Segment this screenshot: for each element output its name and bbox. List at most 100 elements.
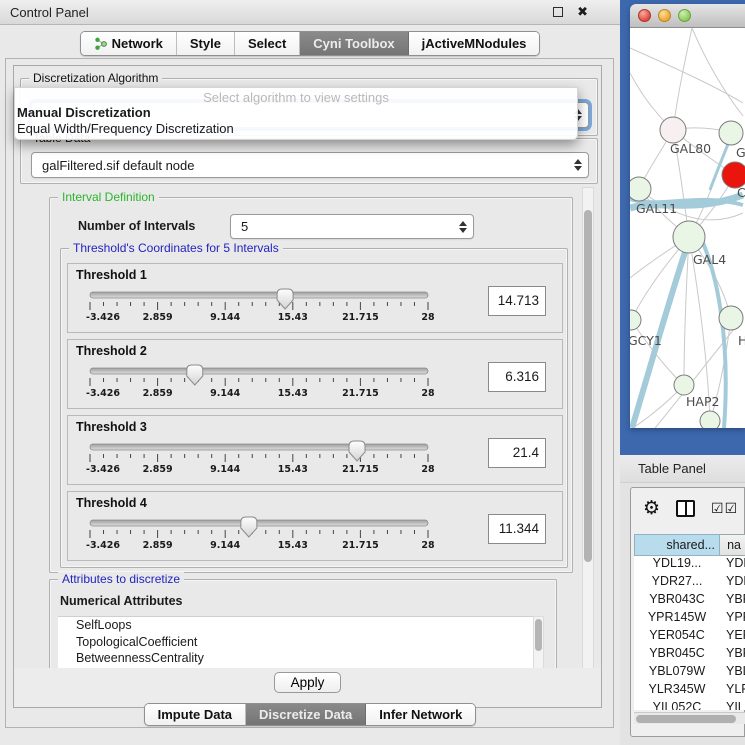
algorithm-popup: Select algorithm to view settings Manual… (14, 87, 578, 140)
bottom-tab-label: Impute Data (158, 707, 232, 722)
svg-text:21.715: 21.715 (342, 540, 379, 551)
close-icon[interactable]: ✖ (577, 4, 588, 20)
svg-text:-3.426: -3.426 (86, 540, 120, 551)
control-panel-tabbar: Network StyleSelectCyni ToolboxjActiveMNo… (0, 31, 620, 56)
threshold-value-field[interactable]: 21.4 (488, 438, 546, 468)
network-node[interactable] (719, 121, 743, 145)
attributes-group-title: Attributes to discretize (58, 572, 184, 587)
zoom-traffic-light-icon[interactable] (678, 9, 691, 22)
network-node[interactable] (674, 375, 694, 395)
slider-thumb[interactable] (349, 441, 365, 461)
table-cell: YPR1 (720, 610, 745, 628)
table-cell: YDL1 (720, 556, 745, 574)
network-node[interactable] (630, 177, 651, 201)
slider-thumb[interactable] (241, 517, 257, 537)
threshold-label: Threshold 2 (76, 344, 147, 358)
threshold-slider[interactable]: -3.4262.8599.14415.4321.71528 (84, 286, 434, 324)
numerical-attributes-label: Numerical Attributes (60, 594, 182, 608)
table-cell: YLR3 (720, 682, 745, 700)
table-row[interactable]: YBR043CYBR0 (634, 592, 745, 610)
svg-text:21.715: 21.715 (342, 312, 379, 323)
svg-text:28: 28 (421, 540, 435, 551)
table-cell: YLR345W (634, 682, 720, 700)
table-cell: YIL052C (634, 700, 720, 710)
table-cell: YBR045C (634, 646, 720, 664)
table-panel-title: Table Panel (620, 455, 745, 483)
tab-style[interactable]: Style (177, 32, 235, 55)
svg-text:9.144: 9.144 (210, 388, 240, 399)
table-toolbar: ⚙ ☑☑ (631, 488, 744, 528)
tab-cyni-toolbox[interactable]: Cyni Toolbox (300, 32, 408, 55)
tab-label: Network (112, 36, 163, 51)
slider-thumb[interactable] (187, 365, 203, 385)
attribute-item[interactable]: SelfLoops (58, 617, 534, 634)
network-canvas[interactable]: GAL80GACGAL11GAL4GCY1HHAP2 (630, 28, 745, 428)
table-data-combobox[interactable]: galFiltered.sif default node (31, 152, 589, 178)
table-column-header[interactable]: shared... (634, 534, 720, 556)
threshold-slider[interactable]: -3.4262.8599.14415.4321.71528 (84, 514, 434, 552)
numerical-attributes-list[interactable]: SelfLoopsTopologicalCoefficientBetweenne… (58, 616, 534, 669)
threshold-slider[interactable]: -3.4262.8599.14415.4321.71528 (84, 362, 434, 400)
table-row[interactable]: YBR045CYBR0 (634, 646, 745, 664)
table-data-value: galFiltered.sif default node (42, 158, 574, 173)
bottom-tab-label: Infer Network (379, 707, 462, 722)
number-of-intervals-combobox[interactable]: 5 (230, 214, 474, 239)
apply-button[interactable]: Apply (274, 672, 342, 693)
svg-text:15.43: 15.43 (278, 540, 308, 551)
float-window-icon[interactable] (553, 7, 563, 17)
threshold-value-field[interactable]: 14.713 (488, 286, 546, 316)
tab-jactivemnodules[interactable]: jActiveMNodules (409, 32, 540, 55)
table-cell: YBR043C (634, 592, 720, 610)
gear-icon[interactable]: ⚙ (643, 499, 660, 518)
combo-arrows-icon (574, 159, 582, 171)
table-row[interactable]: YPR145WYPR1 (634, 610, 745, 628)
network-window-frame[interactable]: GAL80GACGAL11GAL4GCY1HHAP2 (620, 0, 745, 455)
bottom-tab-discretize-data[interactable]: Discretize Data (246, 704, 366, 725)
table-row[interactable]: YLR345WYLR3 (634, 682, 745, 700)
bottom-tab-infer-network[interactable]: Infer Network (366, 704, 475, 725)
columns-icon[interactable] (676, 500, 695, 517)
network-node[interactable] (673, 221, 705, 253)
table-row[interactable]: YDL19...YDL1 (634, 556, 745, 574)
threshold-slider[interactable]: -3.4262.8599.14415.4321.71528 (84, 438, 434, 476)
bottom-tab-impute-data[interactable]: Impute Data (145, 704, 246, 725)
attribute-item[interactable]: TopologicalCoefficient (58, 634, 534, 651)
table-row[interactable]: YIL052CYIL0 (634, 700, 745, 710)
table-column-header[interactable]: na (720, 534, 745, 556)
combo-arrows-icon (459, 221, 467, 233)
close-traffic-light-icon[interactable] (638, 9, 651, 22)
svg-text:15.43: 15.43 (278, 464, 308, 475)
network-node[interactable] (700, 411, 720, 428)
network-node[interactable] (660, 117, 686, 143)
attribute-item[interactable]: BetweennessCentrality (58, 650, 534, 667)
table-row[interactable]: YDR27...YDR2 (634, 574, 745, 592)
tab-network[interactable]: Network (81, 32, 177, 55)
bottom-tab-label: Discretize Data (259, 707, 352, 722)
table-row[interactable]: YER054CYER0 (634, 628, 745, 646)
table-cell: YIL0 (720, 700, 745, 710)
table-cell: YPR145W (634, 610, 720, 628)
table-cell: YBR0 (720, 592, 745, 610)
threshold-panel-1: Threshold 1-3.4262.8599.14415.4321.71528… (67, 263, 563, 333)
table-row[interactable]: YBL079WYBL0 (634, 664, 745, 682)
tab-select[interactable]: Select (235, 32, 300, 55)
svg-text:15.43: 15.43 (278, 388, 308, 399)
network-node[interactable] (719, 306, 743, 330)
svg-text:-3.426: -3.426 (86, 388, 120, 399)
threshold-value-field[interactable]: 11.344 (488, 514, 546, 544)
checkbox-icons[interactable]: ☑☑ (711, 501, 738, 515)
network-window: GAL80GACGAL11GAL4GCY1HHAP2 (630, 4, 745, 428)
threshold-value-field[interactable]: 6.316 (488, 362, 546, 392)
control-panel-title: Control Panel (10, 5, 89, 20)
attributes-scrollbar[interactable] (533, 616, 544, 669)
table-horizontal-scrollbar[interactable] (634, 712, 745, 724)
minimize-traffic-light-icon[interactable] (658, 9, 671, 22)
network-window-titlebar (630, 4, 745, 28)
algorithm-option[interactable]: Equal Width/Frequency Discretization (15, 121, 577, 137)
svg-text:9.144: 9.144 (210, 312, 240, 323)
algorithm-option[interactable]: Manual Discretization (15, 105, 577, 121)
settings-scrollbar[interactable] (582, 187, 594, 671)
table-cell: YBR0 (720, 646, 745, 664)
network-node[interactable] (630, 310, 641, 330)
svg-text:2.859: 2.859 (143, 540, 173, 551)
